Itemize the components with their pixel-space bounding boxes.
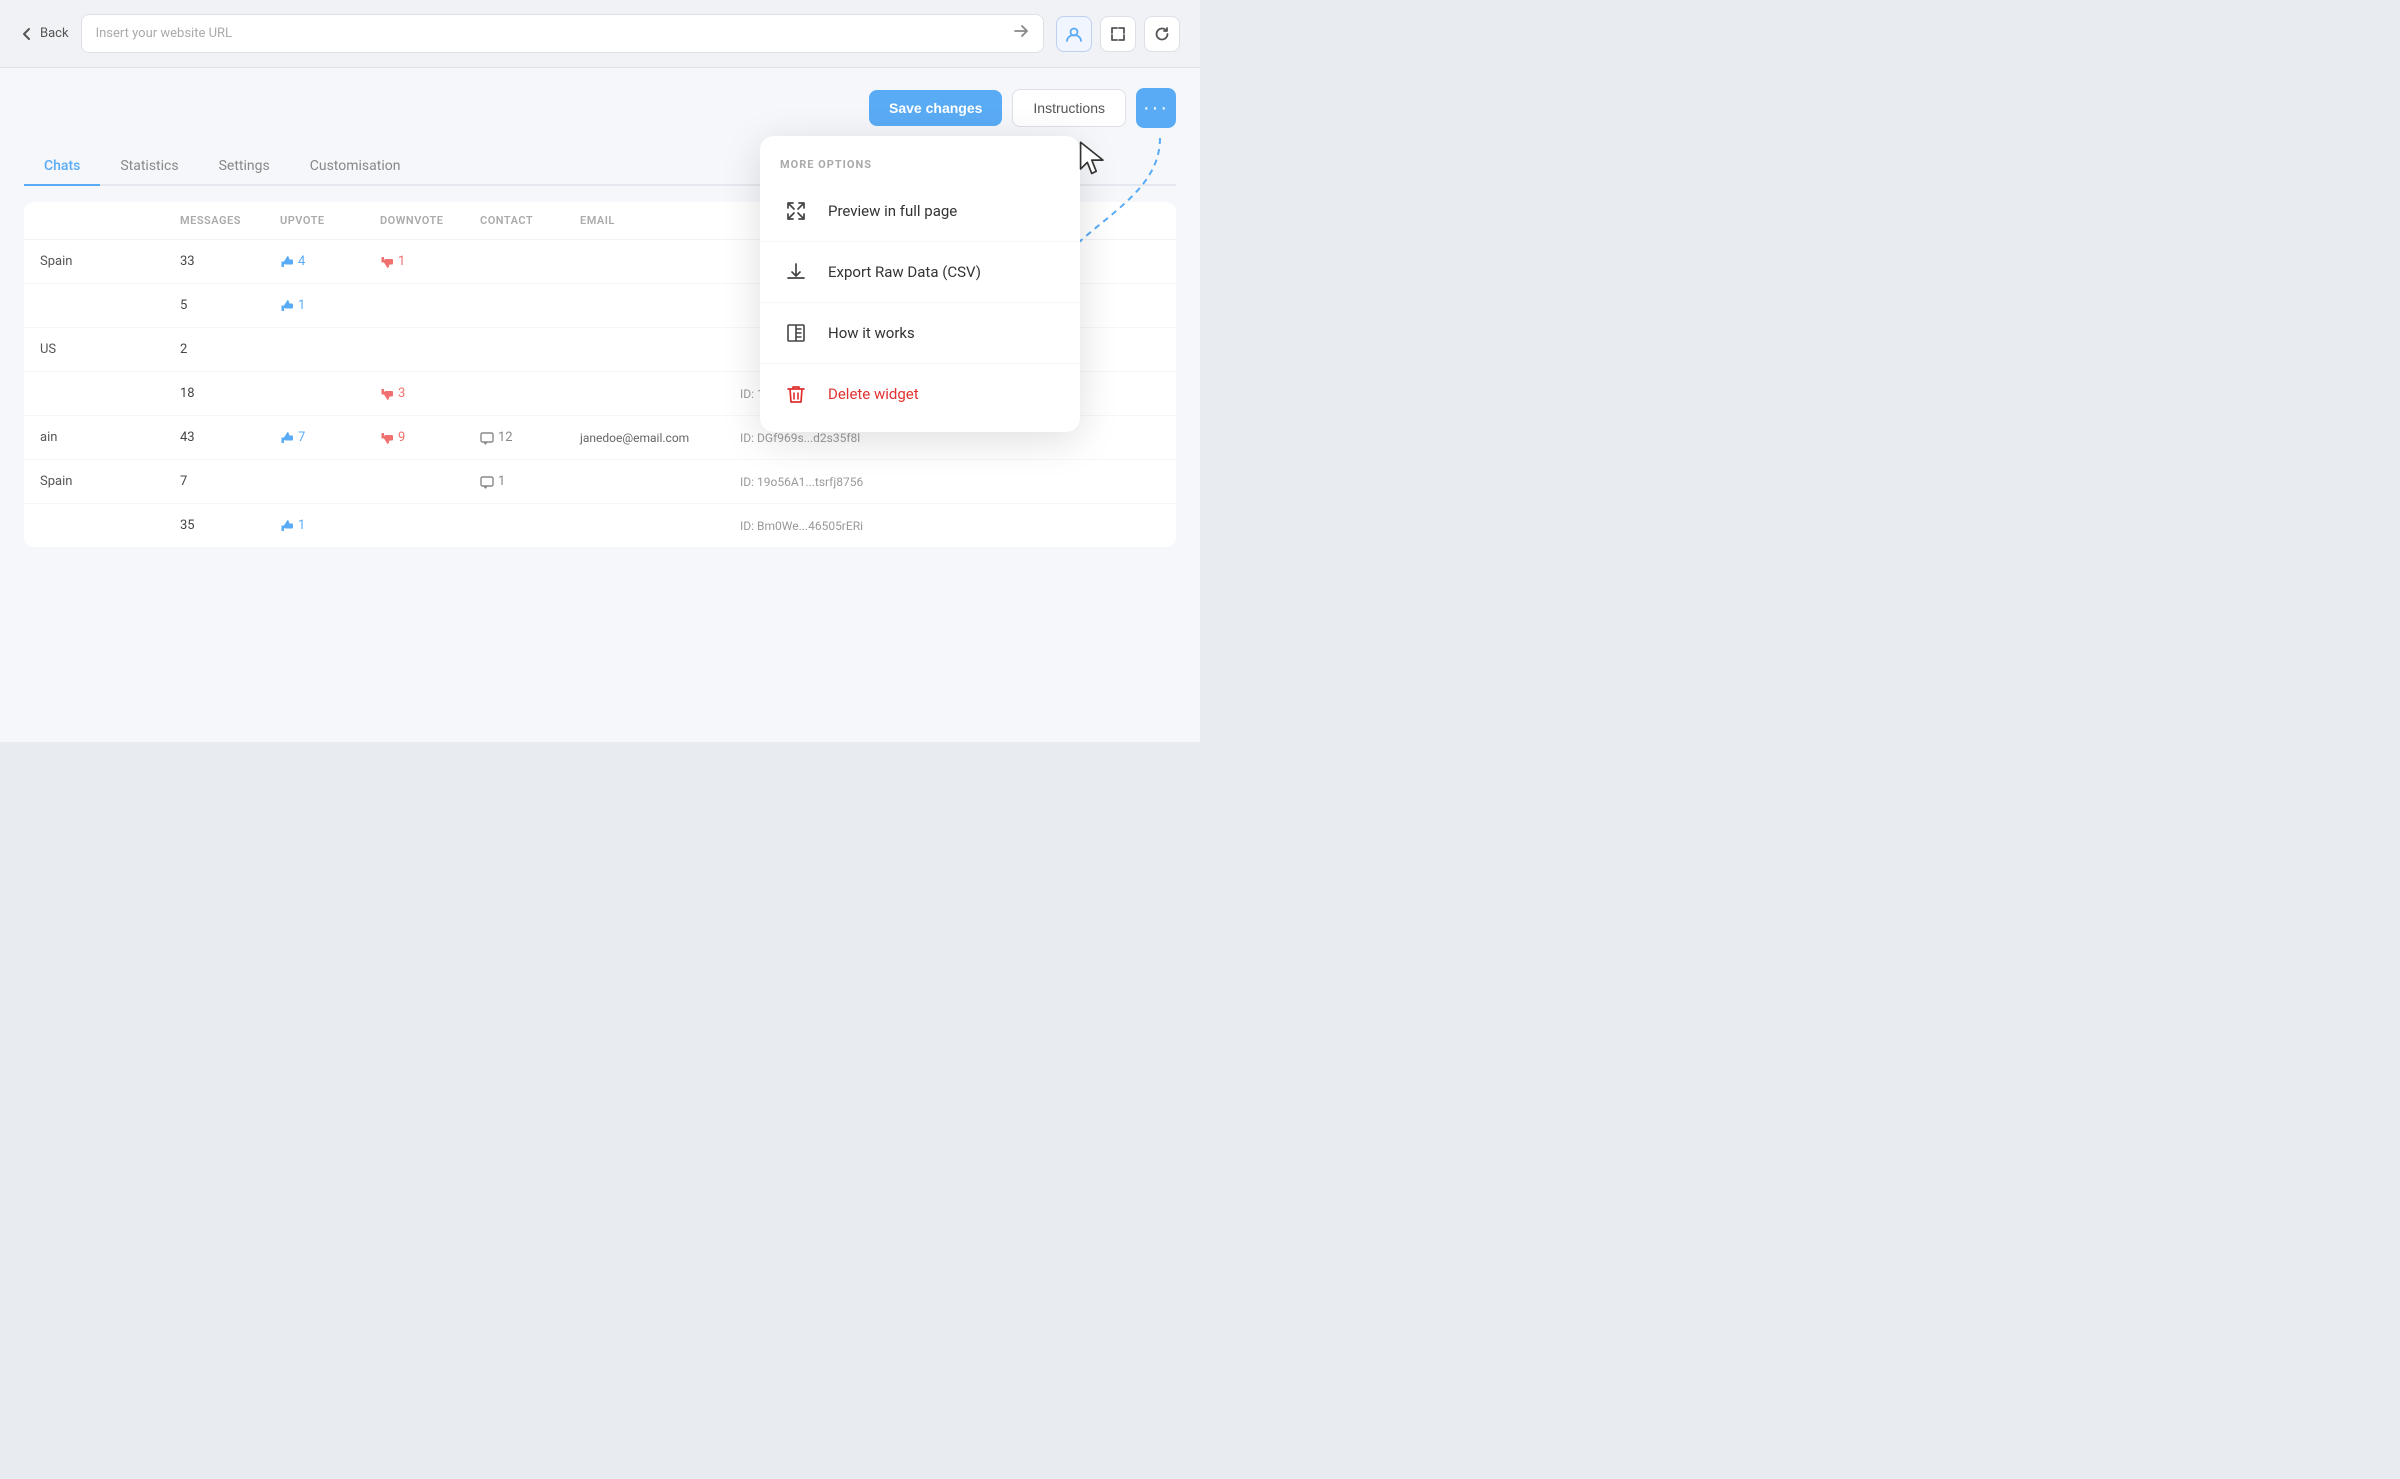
download-icon: [780, 256, 812, 288]
cell-upvote: 4: [280, 254, 380, 269]
expand-icon-button[interactable]: [1100, 16, 1136, 52]
thumbs-down-icon: [380, 387, 394, 401]
user-icon-button[interactable]: [1056, 16, 1092, 52]
col-header-downvote: DOWNVOTE: [380, 214, 480, 227]
table-row: 35 1 ID: Bm0We...46505rERi: [24, 504, 1176, 547]
cell-country: ain: [40, 430, 180, 445]
save-changes-button[interactable]: Save changes: [869, 90, 1002, 126]
url-bar[interactable]: Insert your website URL: [81, 14, 1044, 53]
cell-messages: 18: [180, 386, 280, 401]
col-header-country: [40, 214, 180, 227]
cell-country: US: [40, 342, 180, 357]
url-input[interactable]: Insert your website URL: [96, 26, 232, 41]
dropdown-item-preview[interactable]: Preview in full page: [760, 181, 1080, 242]
cell-id: ID: DGf969s...d2s35f8l: [740, 431, 940, 445]
cell-messages: 43: [180, 430, 280, 445]
back-icon: [20, 27, 34, 41]
col-header-upvote: UPVOTE: [280, 214, 380, 227]
cell-country: Spain: [40, 254, 180, 269]
cell-messages: 7: [180, 474, 280, 489]
thumbs-down-icon: [380, 255, 394, 269]
cell-messages: 35: [180, 518, 280, 533]
cell-country: Spain: [40, 474, 180, 489]
cell-upvote: 7: [280, 430, 380, 445]
cell-messages: 5: [180, 298, 280, 313]
more-dots-icon: ···: [1143, 97, 1169, 120]
trash-icon: [780, 378, 812, 410]
dropdown-item-label: Delete widget: [828, 385, 919, 403]
thumbs-up-icon: [280, 255, 294, 269]
cell-upvote: 1: [280, 298, 380, 313]
main-content: Save changes Instructions ··· Chats Stat…: [0, 68, 1200, 742]
cell-downvote: 1: [380, 254, 480, 269]
col-header-messages: MESSAGES: [180, 214, 280, 227]
expand-icon: [1110, 26, 1126, 42]
thumbs-up-icon: [280, 519, 294, 533]
cell-contact: 12: [480, 430, 580, 445]
cell-downvote: 9: [380, 430, 480, 445]
message-icon: [480, 475, 494, 489]
tab-chats[interactable]: Chats: [24, 148, 100, 186]
dropdown-header: MORE OPTIONS: [760, 144, 1080, 181]
dropdown-item-label: How it works: [828, 324, 915, 342]
thumbs-up-icon: [280, 431, 294, 445]
book-icon: [780, 317, 812, 349]
more-options-dropdown: MORE OPTIONS Preview in full page Export…: [760, 136, 1080, 432]
refresh-icon-button[interactable]: [1144, 16, 1180, 52]
tab-settings[interactable]: Settings: [199, 148, 290, 186]
dropdown-item-how-it-works[interactable]: How it works: [760, 303, 1080, 364]
cell-email: janedoe@email.com: [580, 431, 740, 445]
cell-id: ID: 19o56A1...tsrfj8756: [740, 475, 940, 489]
cell-contact: 1: [480, 474, 580, 489]
thumbs-down-icon: [380, 431, 394, 445]
cell-upvote: 1: [280, 518, 380, 533]
back-label: Back: [40, 26, 69, 41]
col-header-email: EMAIL: [580, 214, 740, 227]
user-icon: [1065, 25, 1083, 43]
dropdown-item-delete[interactable]: Delete widget: [760, 364, 1080, 424]
table-row: Spain 7 1 ID: 19o56A1...tsrfj8756: [24, 460, 1176, 504]
dropdown-item-label: Preview in full page: [828, 202, 957, 220]
dropdown-item-export[interactable]: Export Raw Data (CSV): [760, 242, 1080, 303]
refresh-icon: [1154, 26, 1170, 42]
thumbs-up-icon: [280, 299, 294, 313]
browser-actions: [1056, 16, 1180, 52]
tab-customisation[interactable]: Customisation: [290, 148, 421, 186]
cell-id: ID: Bm0We...46505rERi: [740, 519, 940, 533]
instructions-button[interactable]: Instructions: [1012, 89, 1126, 127]
tab-statistics[interactable]: Statistics: [100, 148, 198, 186]
dropdown-item-label: Export Raw Data (CSV): [828, 263, 981, 281]
browser-chrome: Back Insert your website URL: [0, 0, 1200, 68]
cell-messages: 2: [180, 342, 280, 357]
submit-icon: [1013, 23, 1029, 39]
message-icon: [480, 431, 494, 445]
cell-downvote: 3: [380, 386, 480, 401]
col-header-contact: CONTACT: [480, 214, 580, 227]
cell-messages: 33: [180, 254, 280, 269]
expand-arrows-icon: [780, 195, 812, 227]
back-button[interactable]: Back: [20, 26, 69, 41]
url-submit-button[interactable]: [1013, 23, 1029, 44]
toolbar: Save changes Instructions ···: [24, 88, 1176, 128]
more-options-button[interactable]: ···: [1136, 88, 1176, 128]
